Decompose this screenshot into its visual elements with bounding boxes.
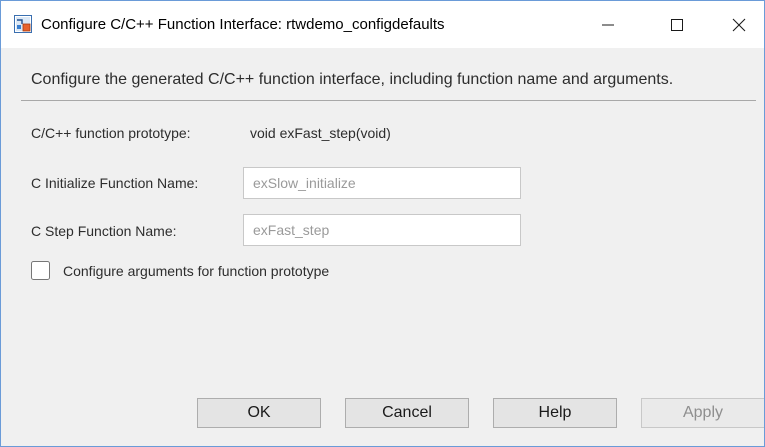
dialog-description: Configure the generated C/C++ function i… (31, 71, 674, 88)
simulink-model-icon (14, 15, 32, 33)
minimize-icon (601, 18, 615, 32)
init-function-name-field[interactable] (243, 167, 521, 199)
configure-arguments-checkbox[interactable] (31, 261, 50, 280)
window-title: Configure C/C++ Function Interface: rtwd… (41, 16, 445, 33)
ok-button[interactable]: OK (197, 398, 321, 428)
configure-arguments-label[interactable]: Configure arguments for function prototy… (63, 263, 329, 279)
init-function-label: C Initialize Function Name: (31, 175, 199, 191)
title-bar[interactable]: Configure C/C++ Function Interface: rtwd… (1, 1, 764, 48)
close-button[interactable] (716, 1, 762, 48)
maximize-icon (670, 18, 684, 32)
separator (21, 100, 756, 101)
apply-button[interactable]: Apply (641, 398, 764, 428)
dialog-window: Configure C/C++ Function Interface: rtwd… (0, 0, 765, 447)
cancel-button[interactable]: Cancel (345, 398, 469, 428)
maximize-button[interactable] (654, 1, 700, 48)
prototype-value: void exFast_step(void) (250, 125, 391, 141)
help-button[interactable]: Help (493, 398, 617, 428)
minimize-button[interactable] (585, 1, 631, 48)
close-icon (732, 18, 746, 32)
prototype-label: C/C++ function prototype: (31, 125, 191, 141)
step-function-label: C Step Function Name: (31, 223, 177, 239)
step-function-name-field[interactable] (243, 214, 521, 246)
